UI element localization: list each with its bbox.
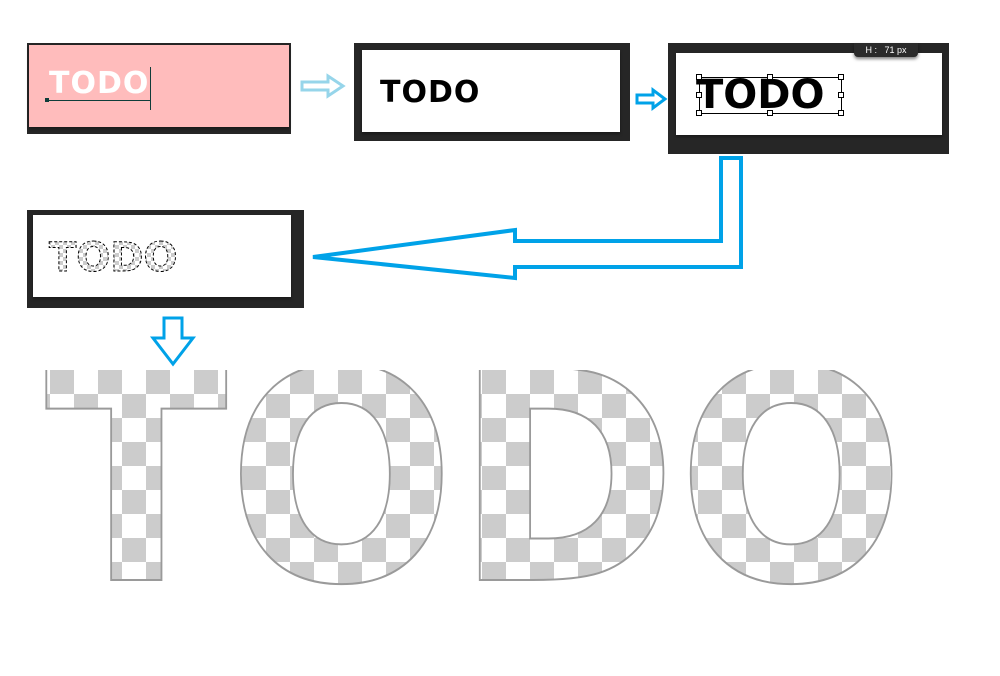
transform-handle-top-right[interactable] (838, 74, 844, 80)
step4-canvas: TODO (33, 215, 291, 297)
step1-panel: TODO (27, 43, 291, 134)
arrow-down-left-icon (312, 156, 743, 281)
text-cursor (150, 67, 151, 110)
step2-panel: TODO (354, 43, 630, 141)
result-text: TODO (45, 370, 905, 590)
step4-selection-text: TODO (49, 235, 179, 282)
transform-handle-top-left[interactable] (696, 74, 702, 80)
step2-text: TODO (380, 75, 481, 110)
transform-handle-top-center[interactable] (767, 74, 773, 80)
step1-text: TODO (49, 66, 150, 101)
arrow-down-icon (149, 316, 197, 367)
transform-bounding-box[interactable] (696, 74, 844, 116)
step3-panel: TODO H : 71 px (668, 43, 949, 154)
transform-handle-bottom-left[interactable] (696, 110, 702, 116)
transform-handle-bottom-center[interactable] (767, 110, 773, 116)
text-baseline (47, 100, 151, 101)
arrow-right-icon (635, 87, 668, 111)
text-anchor-point (45, 98, 49, 102)
transform-handle-bottom-right[interactable] (838, 110, 844, 116)
arrow-right-light-icon (300, 73, 346, 99)
step2-canvas: TODO (362, 50, 620, 132)
step1-canvas: TODO (29, 45, 289, 127)
height-tooltip-label: H : (865, 45, 877, 55)
transform-handle-middle-right[interactable] (838, 92, 844, 98)
transform-handle-middle-left[interactable] (696, 92, 702, 98)
step4-panel: TODO (27, 210, 304, 308)
height-tooltip-value: 71 px (884, 45, 907, 55)
step4-text: TODO (49, 235, 178, 281)
step3-canvas: TODO (676, 53, 942, 135)
result-transparent-text: TODO (45, 370, 906, 590)
height-tooltip: H : 71 px (854, 43, 918, 57)
